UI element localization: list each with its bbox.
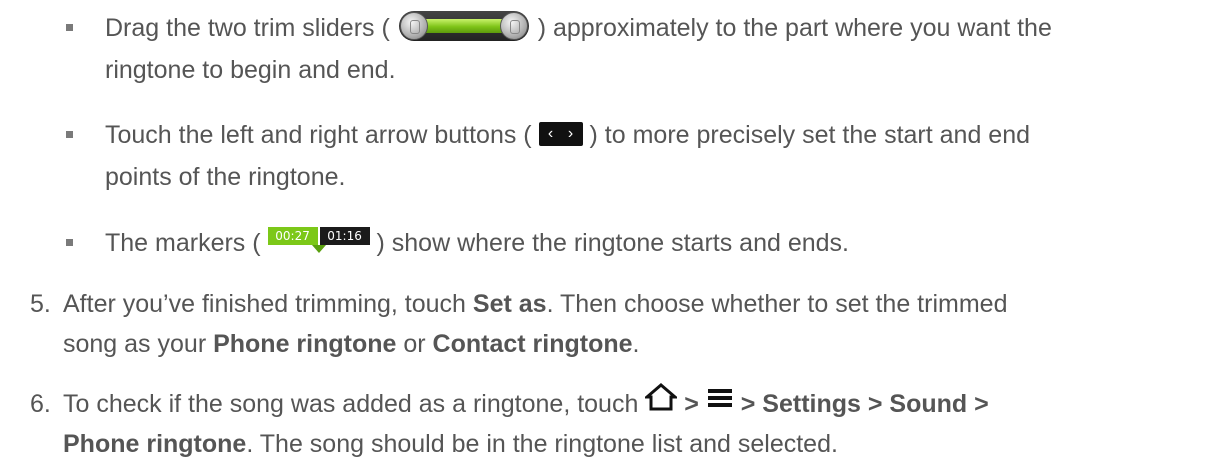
step-5-text-3: song as your	[63, 330, 214, 358]
phone-ringtone-path-label: Phone ringtone	[63, 430, 247, 458]
bullet-1-text-before: Drag the two trim sliders (	[105, 14, 390, 42]
trim-slider-icon	[398, 9, 529, 43]
step-5-text-2: . Then choose whether to set the trimmed	[546, 290, 1008, 318]
phone-ringtone-label: Phone ringtone	[213, 330, 397, 358]
bullet-marker	[66, 24, 73, 31]
step-5-text-1: After you’ve finished trimming, touch	[63, 290, 473, 318]
step-6-line-2: Phone ringtone. The song should be in th…	[63, 426, 838, 462]
bullet-2-text-after: ) to more precisely set the start and en…	[589, 121, 1031, 149]
marker-start: 00:27	[267, 227, 318, 246]
bullet-2-line-1: Touch the left and right arrow buttons (…	[105, 117, 1030, 153]
bullet-3-text-before: The markers (	[105, 229, 261, 257]
path-separator: >	[677, 390, 706, 418]
arrow-buttons-icon: ‹ ›	[538, 122, 583, 147]
home-icon	[643, 383, 680, 421]
bullet-2-text-before: Touch the left and right arrow buttons (	[105, 121, 532, 149]
markers-icon: 00:27 01:16	[267, 225, 370, 255]
left-arrow-glyph: ‹	[547, 125, 554, 143]
contact-ringtone-label: Contact ringtone	[432, 330, 633, 358]
step-6-text-2: . The song should be in the ringtone lis…	[246, 430, 838, 458]
step-6-number: 6.	[30, 390, 51, 418]
step-5-text-5: .	[632, 330, 640, 358]
set-as-label: Set as	[472, 290, 547, 318]
menu-icon	[706, 384, 734, 420]
step-5-number: 5.	[30, 290, 51, 318]
bullet-3-line-1: The markers ( 00:27 01:16 ) show where t…	[105, 225, 849, 261]
step-5-line-1: After you’ve finished trimming, touch Se…	[63, 286, 1007, 322]
step-6-line-1: To check if the song was added as a ring…	[63, 383, 989, 424]
bullet-1-line-1: Drag the two trim sliders ( ) approximat…	[105, 10, 1052, 46]
bullet-marker	[66, 131, 73, 138]
step-5-text-4: or	[396, 330, 433, 358]
bullet-3-text-after: ) show where the ringtone starts and end…	[376, 229, 850, 257]
step-6-text-1: To check if the song was added as a ring…	[63, 390, 646, 418]
step-5-line-2: song as your Phone ringtone or Contact r…	[63, 326, 640, 362]
bullet-2-line-2: points of the ringtone.	[105, 163, 346, 191]
marker-end: 01:16	[319, 227, 370, 246]
settings-path: > Settings > Sound >	[733, 390, 989, 418]
bullet-1-line-2: ringtone to begin and end.	[105, 56, 396, 84]
bullet-1-text-after: ) approximately to the part where you wa…	[537, 14, 1052, 42]
right-arrow-glyph: ›	[567, 125, 574, 143]
bullet-marker	[66, 239, 73, 246]
